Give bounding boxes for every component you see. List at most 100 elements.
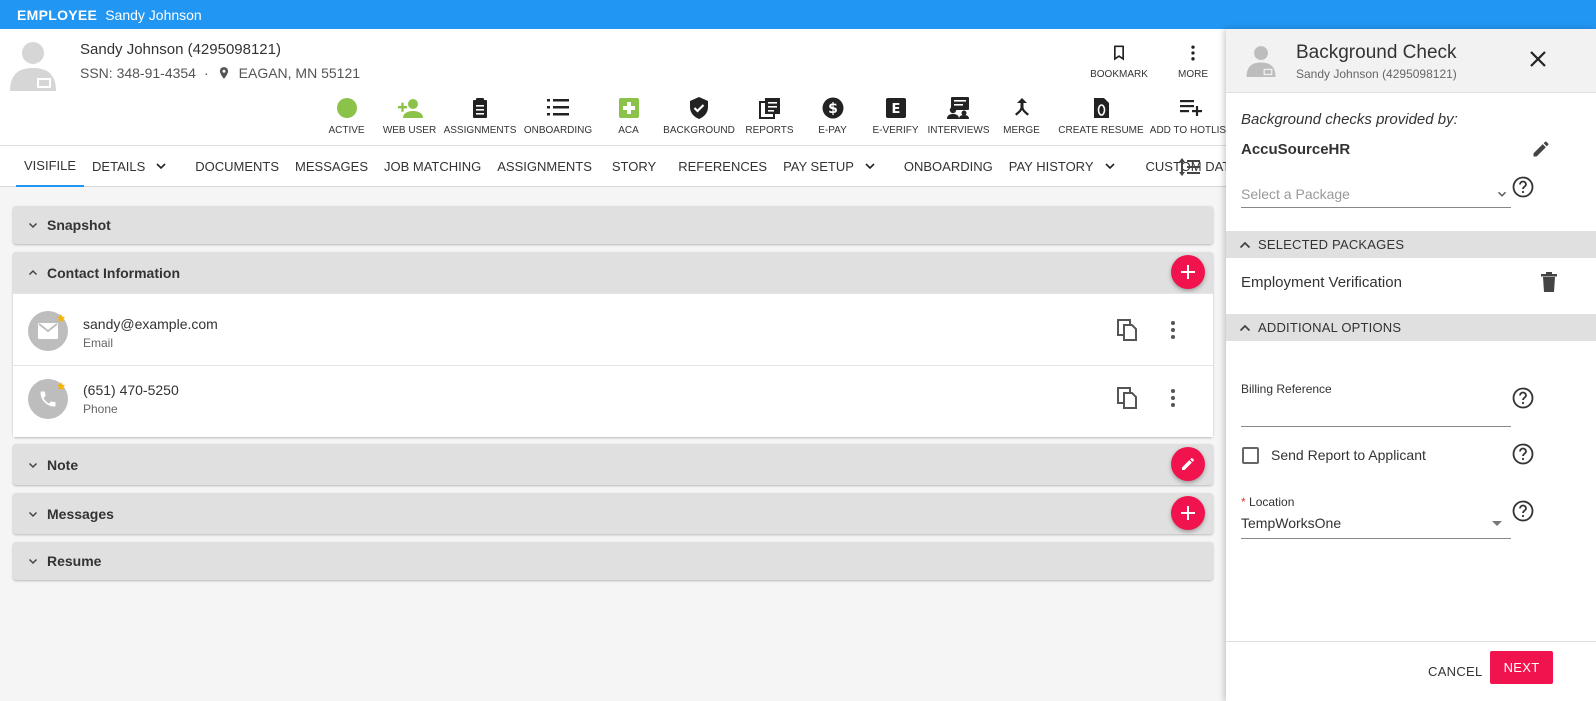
tab-label: STORY — [611, 158, 657, 174]
contact-information-header[interactable]: Contact Information — [13, 252, 1213, 293]
contact-list: sandy@example.com Email (651) 470-5250 P… — [13, 293, 1213, 437]
dollar-icon: $ — [822, 97, 843, 119]
billing-reference-label: Billing Reference — [1241, 382, 1332, 396]
contact-type: Email — [83, 336, 114, 350]
reports-icon — [758, 98, 780, 119]
toolbar-label: BACKGROUND — [663, 125, 735, 136]
line-spacing-icon[interactable] — [1178, 157, 1200, 177]
toolbar-e-verify[interactable]: E E-VERIFY — [864, 95, 927, 143]
add-message-button[interactable] — [1171, 496, 1205, 530]
phone-icon — [40, 391, 56, 407]
trash-icon[interactable] — [1540, 272, 1558, 292]
chevron-down-icon — [865, 163, 875, 170]
contact-value: sandy@example.com — [83, 316, 218, 332]
toolbar-label: ADD TO HOTLIST — [1149, 125, 1233, 136]
tab-details[interactable]: DETAILS — [84, 145, 177, 187]
edit-note-button[interactable] — [1171, 447, 1205, 481]
background-check-drawer: Background Check Sandy Johnson (42950981… — [1226, 29, 1596, 701]
resume-icon — [1094, 98, 1109, 118]
tab-label: JOB MATCHING — [384, 158, 482, 174]
tab-label: PAY HISTORY — [1008, 158, 1094, 174]
contact-type: Phone — [83, 402, 118, 416]
tab-messages[interactable]: MESSAGES — [287, 145, 376, 187]
copy-icon[interactable] — [1116, 387, 1138, 409]
help-icon[interactable] — [1512, 443, 1534, 465]
bookmark-button[interactable]: BOOKMARK — [1084, 41, 1154, 80]
employee-header: Sandy Johnson (4295098121) SSN: 348-91-4… — [0, 29, 1232, 145]
contact-value: (651) 470-5250 — [83, 382, 179, 398]
help-icon[interactable] — [1512, 387, 1534, 409]
location-select[interactable]: TempWorksOne — [1241, 515, 1341, 531]
toolbar-interviews[interactable]: INTERVIEWS — [927, 95, 990, 143]
toolbar-assignments[interactable]: ASSIGNMENTS — [441, 95, 519, 143]
toolbar-background[interactable]: BACKGROUND — [660, 95, 738, 143]
help-icon[interactable] — [1512, 500, 1534, 522]
tab-assignments[interactable]: ASSIGNMENTS — [489, 145, 600, 187]
snapshot-header[interactable]: Snapshot — [13, 206, 1213, 244]
toolbar-e-pay[interactable]: $ E-PAY — [801, 95, 864, 143]
email-icon — [38, 323, 58, 339]
toolbar-onboarding[interactable]: ONBOARDING — [519, 95, 597, 143]
toolbar-merge[interactable]: MERGE — [990, 95, 1053, 143]
selected-packages-section[interactable]: SELECTED PACKAGES — [1226, 231, 1596, 258]
tab-pay-history[interactable]: PAY HISTORY — [1001, 145, 1126, 187]
aca-plus-icon — [618, 98, 639, 118]
star-icon — [56, 313, 66, 322]
toolbar-add-to-hotlist[interactable]: ADD TO HOTLIST — [1149, 95, 1233, 143]
additional-options-section[interactable]: ADDITIONAL OPTIONS — [1226, 314, 1596, 341]
section-title: ADDITIONAL OPTIONS — [1258, 320, 1402, 335]
tab-label: ONBOARDING — [903, 158, 993, 174]
drawer-title: Background Check — [1296, 42, 1457, 63]
tab-label: ASSIGNMENTS — [497, 158, 592, 174]
toolbar-web-user[interactable]: WEB USER — [378, 95, 441, 143]
resume-header[interactable]: Resume — [13, 542, 1213, 580]
add-contact-button[interactable] — [1171, 255, 1205, 289]
tab-onboarding[interactable]: ONBOARDING — [896, 145, 1001, 187]
more-vertical-icon[interactable] — [1166, 387, 1180, 409]
next-button[interactable]: NEXT — [1490, 651, 1553, 684]
tab-job-matching[interactable]: JOB MATCHING — [376, 145, 489, 187]
dropdown-arrow-icon — [1492, 521, 1502, 526]
more-vertical-icon — [1191, 45, 1195, 61]
toolbar-active[interactable]: ACTIVE — [315, 95, 378, 143]
toolbar-create-resume[interactable]: CREATE RESUME — [1053, 95, 1149, 143]
cancel-button[interactable]: CANCEL — [1428, 664, 1483, 679]
package-select[interactable]: Select a Package — [1241, 179, 1511, 208]
action-toolbar: ACTIVE WEB USER ASSIGNMENTS ONBOARDING A… — [315, 95, 1233, 143]
send-report-checkbox[interactable] — [1242, 447, 1259, 464]
plus-icon — [1181, 506, 1195, 520]
more-label: MORE — [1178, 69, 1208, 80]
location-label: * Location — [1241, 495, 1294, 509]
package-select-placeholder: Select a Package — [1241, 186, 1350, 202]
help-icon[interactable] — [1512, 176, 1534, 198]
note-header[interactable]: Note — [13, 444, 1213, 485]
employee-tabs: VISIFILE DETAILS DOCUMENTS MESSAGES JOB … — [0, 145, 1238, 187]
tab-label: PAY SETUP — [783, 158, 854, 174]
tab-references[interactable]: REFERENCES — [670, 145, 775, 187]
more-vertical-icon[interactable] — [1166, 319, 1180, 341]
tab-visifile[interactable]: VISIFILE — [16, 145, 85, 187]
messages-header[interactable]: Messages — [13, 493, 1213, 534]
pencil-icon[interactable] — [1531, 139, 1551, 159]
employee-ssn: SSN: 348-91-4354 — [80, 65, 196, 81]
drawer-header: Background Check Sandy Johnson (42950981… — [1226, 29, 1596, 93]
copy-icon[interactable] — [1116, 319, 1138, 341]
playlist-add-icon — [1180, 100, 1202, 116]
toolbar-label: ASSIGNMENTS — [443, 125, 517, 136]
billing-reference-underline — [1241, 426, 1511, 427]
more-button[interactable]: MORE — [1158, 41, 1228, 80]
toolbar-aca[interactable]: ACA — [597, 95, 660, 143]
tab-label: DETAILS — [92, 158, 146, 174]
chevron-down-icon — [1104, 163, 1115, 170]
e-verify-icon: E — [885, 98, 906, 118]
toolbar-reports[interactable]: REPORTS — [738, 95, 801, 143]
send-report-label: Send Report to Applicant — [1271, 447, 1426, 463]
chevron-down-icon — [1498, 191, 1506, 197]
tab-label: DOCUMENTS — [195, 158, 280, 174]
billing-reference-input[interactable] — [1241, 399, 1511, 425]
close-icon[interactable] — [1528, 49, 1548, 69]
tab-pay-setup[interactable]: PAY SETUP — [775, 145, 886, 187]
tab-documents[interactable]: DOCUMENTS — [187, 145, 287, 187]
section-title: SELECTED PACKAGES — [1258, 237, 1405, 252]
tab-story[interactable]: STORY — [604, 145, 664, 187]
